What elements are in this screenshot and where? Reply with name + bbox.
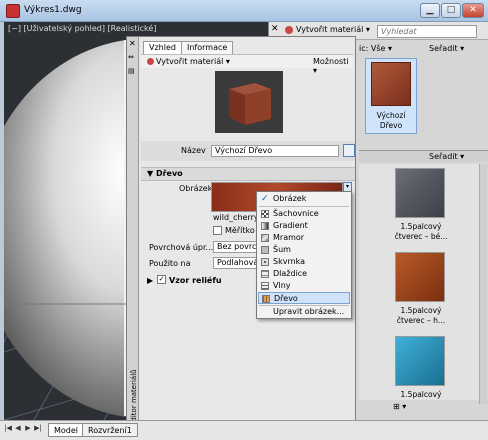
tiles-icon bbox=[261, 270, 269, 278]
tab-layout1[interactable]: Rozvržení1 bbox=[82, 423, 138, 437]
section-wood-header[interactable]: ▼ Dřevo bbox=[141, 167, 355, 181]
window-titlebar: Výkres1.dwg ▁ □ ✕ bbox=[0, 0, 488, 22]
material-ball-icon bbox=[147, 58, 154, 65]
search-input[interactable]: Vyhledat bbox=[377, 25, 477, 38]
library-item-thumb[interactable] bbox=[395, 336, 445, 386]
library-item-line2: čtverec – bé... bbox=[394, 232, 448, 241]
selected-material-line1: Výchozí bbox=[376, 111, 406, 120]
window-title: Výkres1.dwg bbox=[24, 5, 82, 15]
check-icon: ✓ bbox=[261, 194, 269, 204]
menu-item-gradient[interactable]: Gradient bbox=[258, 220, 350, 232]
image-label: Obrázek bbox=[179, 184, 213, 193]
tab-appearance[interactable]: Vzhled bbox=[143, 41, 182, 54]
library-item-line2: čtverec – h... bbox=[396, 316, 446, 325]
checker-icon bbox=[261, 210, 269, 218]
wood-icon bbox=[262, 295, 270, 303]
used-label: Použito na bbox=[149, 259, 191, 268]
material-ball-icon bbox=[285, 25, 293, 34]
menu-item-label: Obrázek bbox=[273, 194, 307, 203]
menu-item-marble[interactable]: Mramor bbox=[258, 232, 350, 244]
surface-label: Povrchová úpr... bbox=[149, 243, 214, 252]
relief-label: Vzor reliéfu bbox=[169, 276, 222, 285]
library-grid: 1.5palcový čtverec – bé... 1.5palcový čt… bbox=[359, 164, 483, 400]
layout-tab-bar: |◀ ◀ ▶ ▶| Model Rozvržení1 bbox=[0, 420, 488, 440]
material-preview[interactable] bbox=[215, 71, 283, 133]
library-item-line1: 1.5palcový bbox=[400, 390, 442, 399]
waves-icon bbox=[261, 282, 269, 290]
menu-item-image[interactable]: ✓ Obrázek bbox=[258, 193, 350, 205]
menu-item-label: Dřevo bbox=[274, 294, 298, 303]
library-item-line1: 1.5palcový bbox=[400, 222, 442, 231]
menu-item-speckle[interactable]: Skvrnka bbox=[258, 256, 350, 268]
editor-autohide-icon[interactable]: ⇔ bbox=[128, 53, 134, 61]
editor-create-material-label: Vytvořit materiál ▾ bbox=[156, 57, 230, 66]
editor-side-label: Editor materiálů bbox=[130, 369, 138, 426]
first-tab-icon[interactable]: |◀ bbox=[4, 424, 12, 436]
library-sort-dropdown[interactable]: Seřadit ▾ bbox=[429, 152, 464, 161]
menu-item-wood[interactable]: Dřevo bbox=[258, 292, 350, 304]
menu-item-waves[interactable]: Vlny bbox=[258, 280, 350, 292]
wood-cube-preview bbox=[229, 83, 271, 125]
relief-checkbox[interactable]: ✓ bbox=[157, 275, 166, 284]
name-label: Název bbox=[181, 146, 206, 155]
name-input[interactable]: Výchozí Dřevo bbox=[211, 145, 339, 157]
menu-item-label: Šum bbox=[273, 245, 291, 254]
tab-model[interactable]: Model bbox=[48, 423, 85, 437]
material-swatch bbox=[371, 62, 411, 106]
next-tab-icon[interactable]: ▶ bbox=[24, 424, 32, 436]
marble-icon bbox=[261, 234, 269, 242]
gradient-icon bbox=[261, 222, 269, 230]
menu-item-label: Šachovnice bbox=[273, 209, 319, 218]
scale-label: Měřítko bbox=[225, 226, 255, 235]
selected-material-line2: Dřevo bbox=[379, 121, 403, 130]
surface-select[interactable]: Bez povrcho bbox=[213, 241, 259, 253]
editor-properties-icon[interactable]: ▤ bbox=[128, 67, 135, 75]
close-palette-button[interactable]: ✕ bbox=[271, 24, 281, 36]
menu-separator bbox=[259, 206, 349, 207]
library-item-line1: 1.5palcový bbox=[400, 306, 442, 315]
editor-create-material-button[interactable]: Vytvořit materiál ▾ bbox=[147, 57, 230, 66]
tab-information[interactable]: Informace bbox=[181, 41, 234, 54]
library-item-thumb[interactable] bbox=[395, 252, 445, 302]
editor-toolbar: Vytvořit materiál ▾ Možnosti ▾ bbox=[141, 54, 353, 75]
name-row: Název Výchozí Dřevo bbox=[141, 141, 355, 161]
scale-checkbox[interactable] bbox=[213, 226, 222, 235]
menu-item-label: Dlaždice bbox=[273, 269, 308, 278]
map-type-dropdown: ✓ Obrázek Šachovnice Gradient Mramor Šum… bbox=[256, 191, 352, 319]
close-button[interactable]: ✕ bbox=[462, 3, 484, 18]
app-icon bbox=[6, 4, 20, 18]
editor-close-icon[interactable]: ✕ bbox=[129, 39, 136, 48]
browser-create-material-label: Vytvořit materiál ▾ bbox=[296, 25, 370, 34]
menu-item-edit-image[interactable]: Upravit obrázek... bbox=[258, 306, 350, 318]
library-header: Seřadit ▾ bbox=[359, 150, 488, 162]
library-scrollbar[interactable] bbox=[479, 164, 487, 404]
editor-side-strip: ✕ ⇔ ▤ Editor materiálů bbox=[127, 37, 139, 435]
sort-dropdown[interactable]: Seřadit ▾ bbox=[429, 44, 464, 53]
selected-material-tile[interactable]: Výchozí Dřevo bbox=[365, 58, 417, 134]
menu-item-tiles[interactable]: Dlaždice bbox=[258, 268, 350, 280]
menu-item-label: Gradient bbox=[273, 221, 308, 230]
options-dropdown[interactable]: Možnosti ▾ bbox=[313, 57, 353, 75]
menu-item-checker[interactable]: Šachovnice bbox=[258, 208, 350, 220]
minimize-button[interactable]: ▁ bbox=[420, 3, 440, 18]
browser-create-material-button[interactable]: Vytvořit materiál ▾ bbox=[285, 25, 370, 34]
maximize-button[interactable]: □ bbox=[441, 3, 461, 18]
menu-item-label: Upravit obrázek... bbox=[273, 307, 345, 316]
prev-tab-icon[interactable]: ◀ bbox=[14, 424, 22, 436]
viewport-header[interactable]: [−] [Uživatelský pohled] [Realistické] bbox=[8, 24, 156, 33]
library-item-thumb[interactable] bbox=[395, 168, 445, 218]
browse-icon[interactable] bbox=[343, 144, 355, 157]
relief-toggle-icon[interactable]: ▶ bbox=[147, 276, 153, 285]
filter-dropdown[interactable]: ic: Vše ▾ bbox=[359, 44, 392, 53]
menu-item-noise[interactable]: Šum bbox=[258, 244, 350, 256]
menu-item-label: Skvrnka bbox=[273, 257, 306, 266]
noise-icon bbox=[261, 246, 269, 254]
menu-item-label: Mramor bbox=[273, 233, 305, 242]
last-tab-icon[interactable]: ▶| bbox=[34, 424, 42, 436]
speckle-icon bbox=[261, 258, 269, 266]
used-select[interactable]: Podlahová k bbox=[213, 257, 259, 269]
menu-item-label: Vlny bbox=[273, 281, 291, 290]
view-toggle-button[interactable]: ⊞ ▾ bbox=[393, 402, 406, 411]
filter-row: ic: Vše ▾ Seřadit ▾ bbox=[359, 44, 479, 56]
